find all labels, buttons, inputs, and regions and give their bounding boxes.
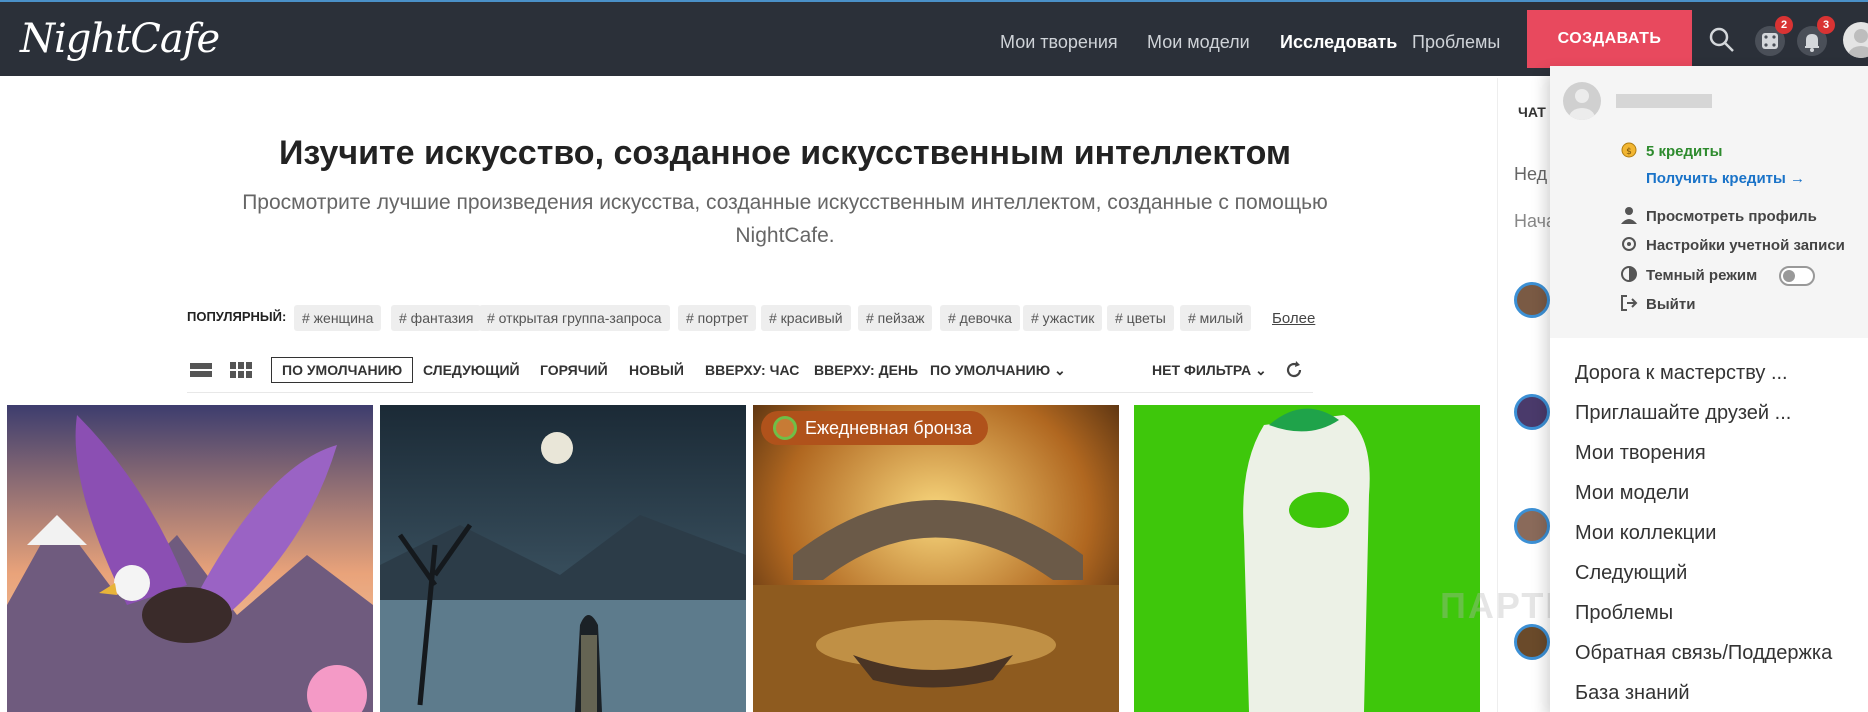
avatar[interactable] xyxy=(1843,22,1868,58)
tag-chip[interactable]: # фантазия xyxy=(391,305,482,331)
tag-chip[interactable]: # цветы xyxy=(1107,305,1174,331)
artwork-eagle[interactable] xyxy=(7,405,373,712)
dark-mode-icon xyxy=(1621,266,1637,282)
nav-explore[interactable]: Исследовать xyxy=(1280,32,1397,53)
artwork-moon-lake[interactable] xyxy=(380,405,746,712)
dropdown-item-invite[interactable]: Приглашайте друзей ... xyxy=(1575,402,1791,425)
top-navbar: NightCafe Мои творения Мои модели Исслед… xyxy=(0,0,1868,76)
filter-following[interactable]: СЛЕДУЮЩИЙ xyxy=(423,362,520,378)
nav-my-creations[interactable]: Мои творения xyxy=(1000,32,1118,53)
more-tags-link[interactable]: Более xyxy=(1272,310,1315,327)
create-button[interactable]: СОЗДАВАТЬ xyxy=(1527,10,1692,68)
dropdown-profile-section: $ 5 кредиты Получить кредиты → Просмотре… xyxy=(1550,66,1868,338)
tag-chip[interactable]: # девочка xyxy=(940,305,1020,331)
chat-avatar[interactable] xyxy=(1514,282,1550,318)
dark-mode-toggle[interactable] xyxy=(1779,266,1815,286)
coins-icon: $ xyxy=(1621,142,1637,158)
logout-icon xyxy=(1621,295,1638,311)
list-view-icon[interactable] xyxy=(190,361,214,379)
gear-icon xyxy=(1622,237,1636,251)
dropdown-item-knowledge-base[interactable]: База знаний xyxy=(1575,682,1690,705)
nav-my-models[interactable]: Мои модели xyxy=(1147,32,1250,53)
dropdown-item-my-collections[interactable]: Мои коллекции xyxy=(1575,522,1716,545)
account-settings-link[interactable]: Настройки учетной записи xyxy=(1646,237,1845,254)
tag-chip[interactable]: # ужастик xyxy=(1023,305,1103,331)
dice-badge: 2 xyxy=(1775,16,1793,34)
get-credits-link[interactable]: Получить кредиты → xyxy=(1646,170,1805,187)
bell-icon[interactable]: 3 xyxy=(1797,16,1835,56)
tag-chip[interactable]: # милый xyxy=(1180,305,1252,331)
nav-challenges[interactable]: Проблемы xyxy=(1412,32,1500,53)
search-icon[interactable] xyxy=(1708,26,1738,56)
artwork-stone-bridge[interactable]: Ежедневная бронза xyxy=(753,405,1119,712)
no-filter-dropdown[interactable]: НЕТ ФИЛЬТРА ⌄ xyxy=(1152,362,1267,379)
sidebar-field[interactable]: Нед xyxy=(1514,164,1547,185)
sort-dropdown[interactable]: ПО УМОЛЧАНИЮ ⌄ xyxy=(930,362,1066,379)
svg-text:$: $ xyxy=(1626,147,1632,157)
logout-link[interactable]: Выйти xyxy=(1646,296,1695,313)
filter-new[interactable]: НОВЫЙ xyxy=(629,362,684,378)
filter-hot[interactable]: ГОРЯЧИЙ xyxy=(540,362,608,378)
dropdown-item-mastery[interactable]: Дорога к мастерству ... xyxy=(1575,362,1788,385)
tag-chip[interactable]: # пейзаж xyxy=(858,305,933,331)
dropdown-item-my-creations[interactable]: Мои творения xyxy=(1575,442,1706,465)
dark-mode-label: Темный режим xyxy=(1646,267,1758,284)
chat-avatar[interactable] xyxy=(1514,624,1550,660)
view-profile-link[interactable]: Просмотреть профиль xyxy=(1646,208,1817,225)
blurred-username xyxy=(1616,94,1712,108)
credits-count: 5 кредиты xyxy=(1646,143,1723,160)
refresh-icon[interactable] xyxy=(1284,360,1308,378)
dropdown-item-challenges[interactable]: Проблемы xyxy=(1575,602,1673,625)
medal-icon xyxy=(773,416,797,440)
tag-chip[interactable]: # открытая группа-запроса xyxy=(479,305,670,331)
chat-avatar[interactable] xyxy=(1514,508,1550,544)
tag-chip[interactable]: # красивый xyxy=(761,305,851,331)
dropdown-avatar xyxy=(1563,82,1601,120)
user-icon xyxy=(1621,207,1637,224)
logo[interactable]: NightCafe xyxy=(20,16,220,62)
dropdown-item-feedback[interactable]: Обратная связь/Поддержка xyxy=(1575,642,1832,665)
filter-default[interactable]: ПО УМОЛЧАНИЮ xyxy=(271,357,414,383)
dice-icon[interactable]: 2 xyxy=(1755,16,1793,56)
chat-avatar[interactable] xyxy=(1514,394,1550,430)
bell-badge: 3 xyxy=(1817,16,1835,34)
filter-divider xyxy=(187,392,1313,393)
filter-top-day[interactable]: ВВЕРХУ: ДЕНЬ xyxy=(814,362,918,378)
grid-view-icon[interactable] xyxy=(230,361,254,379)
tag-chip[interactable]: # женщина xyxy=(294,305,382,331)
popular-label: ПОПУЛЯРНЫЙ: xyxy=(187,309,287,324)
dropdown-item-following[interactable]: Следующий xyxy=(1575,562,1687,585)
user-dropdown-menu: $ 5 кредиты Получить кредиты → Просмотре… xyxy=(1550,66,1868,712)
sidebar-label: ЧАТ xyxy=(1518,104,1546,120)
artwork-hand-gesture[interactable] xyxy=(1134,405,1480,712)
page-title: Изучите искусство, созданное искусственн… xyxy=(278,134,1292,172)
filter-top-hour[interactable]: ВВЕРХУ: ЧАС xyxy=(705,362,799,378)
dropdown-item-my-models[interactable]: Мои модели xyxy=(1575,482,1689,505)
page-subtitle: Просмотрите лучшие произведения искусств… xyxy=(242,191,1328,247)
tag-chip[interactable]: # портрет xyxy=(678,305,757,331)
